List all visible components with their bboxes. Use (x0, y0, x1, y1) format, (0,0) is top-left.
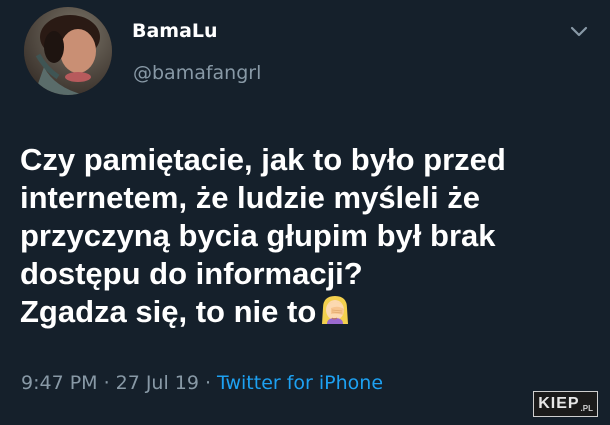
watermark-text: KIEP (538, 395, 580, 412)
display-name[interactable]: BamaLu (132, 20, 218, 42)
avatar[interactable] (24, 7, 112, 95)
avatar-image (24, 7, 112, 95)
meta-separator: · (103, 372, 110, 394)
tweet-source-link[interactable]: Twitter for iPhone (217, 372, 383, 394)
user-handle[interactable]: @bamafangrl (133, 62, 261, 84)
meta-separator: · (204, 372, 212, 394)
tweet-text-line: internetem, że ludzie myśleli że (20, 180, 480, 215)
tweet-text-line-last: Zgadza się, to nie to (20, 293, 595, 331)
tweet-text-line: dostępu do informacji? (20, 256, 363, 291)
tweet-card: BamaLu @bamafangrl Czy pamiętacie, jak t… (0, 0, 610, 425)
tweet-text-line: Czy pamiętacie, jak to było przed (20, 142, 506, 177)
tweet-meta: 9:47 PM · 27 Jul 19 · Twitter for iPhone (21, 372, 383, 394)
tweet-text-last-words: Zgadza się, to nie to (20, 294, 317, 329)
tweet-text-line: przyczyną bycia głupim był brak (20, 218, 496, 253)
tweet-text: Czy pamiętacie, jak to było przed intern… (20, 141, 595, 331)
face-palm-woman-emoji-icon (318, 294, 352, 328)
watermark-logo: KIEP .PL (533, 391, 598, 417)
tweet-time[interactable]: 9:47 PM (21, 372, 98, 394)
watermark-suffix: .PL (580, 404, 593, 413)
chevron-down-icon[interactable] (570, 24, 588, 38)
tweet-date[interactable]: 27 Jul 19 (116, 372, 199, 394)
